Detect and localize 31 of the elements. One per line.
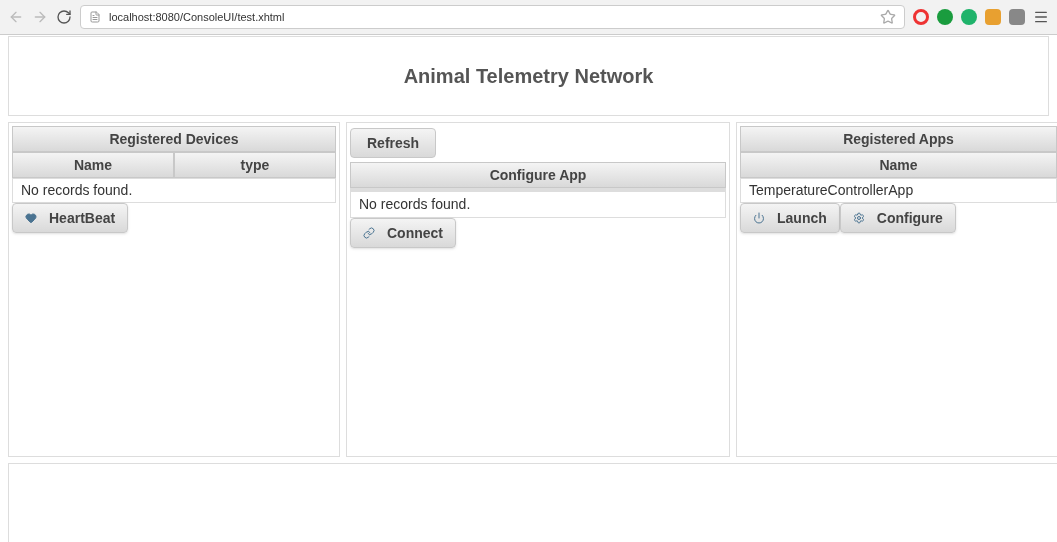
column-header: Name (740, 152, 1057, 178)
power-icon (753, 212, 765, 224)
table-cell[interactable]: TemperatureControllerApp (740, 178, 1057, 203)
link-icon (363, 227, 375, 239)
action-button[interactable]: HeartBeat (12, 203, 129, 233)
star-icon[interactable] (880, 9, 896, 25)
panel-header: Registered Devices (12, 126, 336, 152)
column-header: Name (12, 152, 174, 178)
menu-icon[interactable] (1033, 9, 1049, 25)
forward-icon[interactable] (32, 9, 48, 25)
extension-icon[interactable] (1009, 9, 1025, 25)
page-title: Animal Telemetry Network (403, 64, 654, 89)
extension-icon[interactable] (913, 9, 929, 25)
address-bar[interactable]: localhost:8080/ConsoleUI/test.xhtml (80, 5, 905, 29)
action-button[interactable]: Connect (350, 218, 456, 248)
action-button[interactable]: Launch (740, 203, 840, 233)
back-icon[interactable] (8, 9, 24, 25)
refresh-button[interactable]: Refresh (350, 128, 437, 158)
reload-icon[interactable] (56, 9, 72, 25)
extension-icon[interactable] (937, 9, 953, 25)
heart-icon (25, 212, 37, 224)
extension-icon[interactable] (961, 9, 977, 25)
action-button[interactable]: Configure (839, 203, 956, 233)
column-header: type (174, 152, 336, 178)
panel-header: Configure App (350, 162, 726, 188)
extension-icon[interactable] (985, 9, 1001, 25)
url-text: localhost:8080/ConsoleUI/test.xhtml (109, 9, 285, 25)
page-icon (89, 11, 101, 23)
panel-header: Registered Apps (740, 126, 1057, 152)
gear-icon (852, 212, 865, 224)
empty-message: No records found. (12, 178, 336, 203)
